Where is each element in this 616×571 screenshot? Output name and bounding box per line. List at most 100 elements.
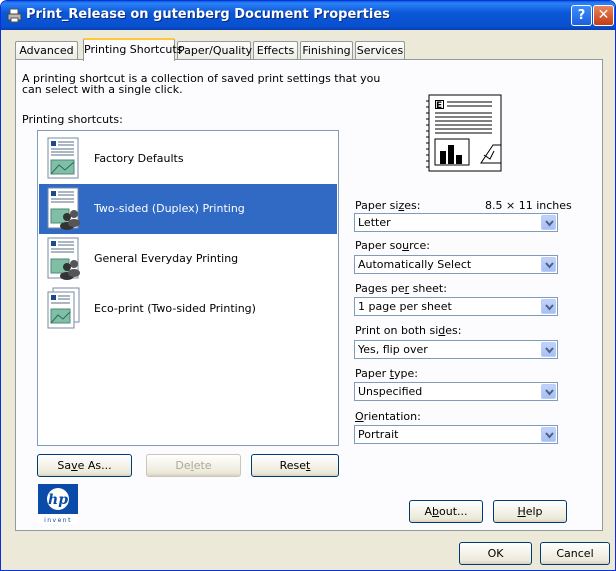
document-users-icon xyxy=(47,237,80,280)
paper-sizes-label: Paper sizes: xyxy=(355,199,420,212)
list-item-label: Factory Defaults xyxy=(94,152,184,165)
button-text: Sa xyxy=(57,459,72,472)
pages-per-sheet-select[interactable]: 1 page per sheet xyxy=(354,297,558,316)
reset-button[interactable]: Reset xyxy=(251,454,339,477)
tab-label: Advanced xyxy=(19,44,74,57)
printing-shortcuts-label: Printing shortcuts: xyxy=(22,113,123,126)
list-item-label: Eco-print (Two-sided Printing) xyxy=(94,302,256,315)
pages-per-sheet-label: Pages per sheet: xyxy=(355,282,447,295)
close-button[interactable]: ✕ xyxy=(593,5,614,26)
tab-label: Paper/Quality xyxy=(178,44,253,57)
button-text: ete xyxy=(193,459,212,472)
orientation-select[interactable]: Portrait xyxy=(354,425,558,444)
chevron-down-icon xyxy=(545,389,554,396)
delete-button[interactable]: Delete xyxy=(146,454,241,477)
tab-services[interactable]: Services xyxy=(355,41,405,60)
label-text: ype: xyxy=(393,367,418,380)
paper-type-label: Paper type: xyxy=(355,367,418,380)
tab-label: Finishing xyxy=(302,44,351,57)
chevron-down-icon xyxy=(545,220,554,227)
chevron-down-icon xyxy=(545,432,554,439)
list-item[interactable]: Eco-print (Two-sided Printing) xyxy=(39,284,337,334)
button-text: A xyxy=(424,505,433,518)
dialog-window: Print_Release on gutenberg Document Prop… xyxy=(0,0,616,571)
dropdown-button[interactable] xyxy=(541,384,556,399)
label-mnemonic: O xyxy=(355,410,364,423)
select-value: Yes, flip over xyxy=(358,343,428,356)
shortcut-description: A printing shortcut is a collection of s… xyxy=(22,72,381,96)
label-text: Pages pe xyxy=(355,282,405,295)
save-as-button[interactable]: Save As... xyxy=(37,454,132,477)
tab-printing-shortcuts[interactable]: Printing Shortcuts xyxy=(83,38,182,61)
select-value: 1 page per sheet xyxy=(358,300,452,313)
label-text: rientation: xyxy=(363,410,421,423)
button-text: Cancel xyxy=(556,547,594,560)
dropdown-button[interactable] xyxy=(541,342,556,357)
button-text-mnemonic: H xyxy=(517,505,526,518)
list-item[interactable]: Two-sided (Duplex) Printing xyxy=(39,184,337,234)
button-text: Rese xyxy=(279,459,307,472)
select-value: Automatically Select xyxy=(358,258,472,271)
list-item-label: Two-sided (Duplex) Printing xyxy=(94,202,245,215)
hp-logo: hp invent xyxy=(38,484,78,524)
svg-text:hp: hp xyxy=(48,492,68,508)
label-text: Print on both si xyxy=(355,324,439,337)
chevron-down-icon xyxy=(545,262,554,269)
button-text: De xyxy=(175,459,191,472)
button-text: elp xyxy=(525,505,543,518)
chevron-down-icon xyxy=(545,304,554,311)
ok-button[interactable]: OK xyxy=(459,542,532,565)
dropdown-button[interactable] xyxy=(541,215,556,230)
label-text: sheet: xyxy=(409,282,447,295)
svg-text:E: E xyxy=(436,101,442,111)
paper-source-select[interactable]: Automatically Select xyxy=(354,255,558,274)
about-button[interactable]: About... xyxy=(409,500,483,523)
select-value: Portrait xyxy=(358,428,399,441)
paper-dimension-text: 8.5 × 11 inches xyxy=(485,199,572,212)
button-text: OK xyxy=(487,547,504,560)
page-preview-icon: E xyxy=(426,94,502,172)
help-button[interactable]: Help xyxy=(493,500,567,523)
document-users-icon xyxy=(47,187,80,230)
label-text: Paper so xyxy=(355,239,403,252)
dropdown-button[interactable] xyxy=(541,299,556,314)
cancel-button[interactable]: Cancel xyxy=(540,542,610,565)
print-both-sides-label: Print on both sides: xyxy=(355,324,461,337)
tab-label: Printing Shortcuts xyxy=(84,43,183,56)
title-bar[interactable]: Print_Release on gutenberg Document Prop… xyxy=(1,1,615,30)
tab-label: Services xyxy=(356,44,404,57)
duplex-document-icon xyxy=(47,287,80,329)
dropdown-button[interactable] xyxy=(541,427,556,442)
select-value: Letter xyxy=(358,216,391,229)
document-icon xyxy=(47,137,79,179)
chevron-down-icon xyxy=(545,347,554,354)
printer-icon xyxy=(7,8,22,23)
tab-finishing[interactable]: Finishing xyxy=(300,41,353,60)
help-title-button[interactable]: ? xyxy=(571,5,592,26)
window-title: Print_Release on gutenberg Document Prop… xyxy=(26,7,390,22)
paper-size-select[interactable]: Letter xyxy=(354,213,558,232)
button-text: e As... xyxy=(77,459,112,472)
list-item-label: General Everyday Printing xyxy=(94,252,239,265)
button-text-mnemonic: t xyxy=(306,459,311,472)
tab-advanced[interactable]: Advanced xyxy=(15,41,78,60)
label-text: es: xyxy=(445,324,462,337)
paper-source-label: Paper source: xyxy=(355,239,430,252)
label-text: es: xyxy=(404,199,421,212)
list-item[interactable]: General Everyday Printing xyxy=(39,234,337,284)
list-item[interactable]: Factory Defaults xyxy=(39,134,337,184)
shortcuts-list[interactable]: Factory Defaults Two-sided (Duplex) Prin… xyxy=(37,130,339,446)
label-text: rce: xyxy=(409,239,430,252)
tab-paper-quality[interactable]: Paper/Quality xyxy=(177,41,253,60)
print-both-sides-select[interactable]: Yes, flip over xyxy=(354,340,558,359)
label-text: Paper si xyxy=(355,199,399,212)
select-value: Unspecified xyxy=(358,385,423,398)
label-text: Paper xyxy=(355,367,390,380)
dropdown-button[interactable] xyxy=(541,257,556,272)
button-text: out... xyxy=(439,505,468,518)
tab-label: Effects xyxy=(256,44,295,57)
logo-tagline: invent xyxy=(44,517,72,524)
tab-effects[interactable]: Effects xyxy=(253,41,298,60)
orientation-label: Orientation: xyxy=(355,410,421,423)
paper-type-select[interactable]: Unspecified xyxy=(354,382,558,401)
